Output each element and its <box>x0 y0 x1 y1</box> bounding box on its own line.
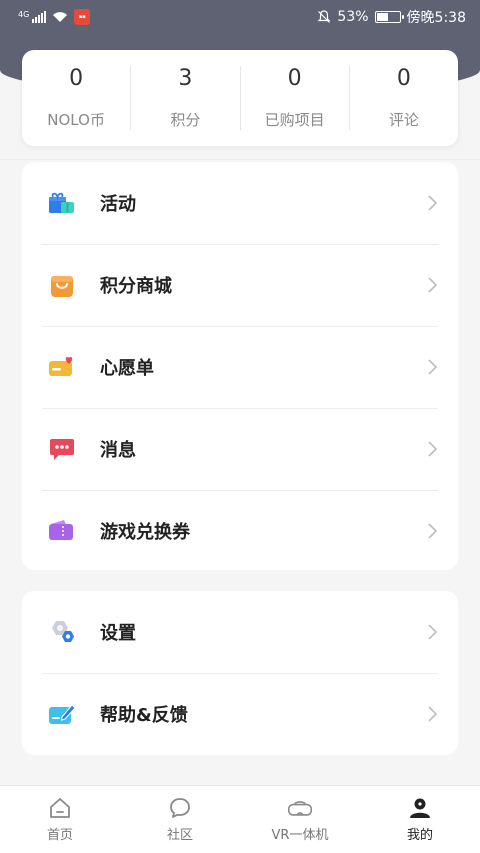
bottom-tab-bar: 首页 社区 VR一体机 我的 <box>0 785 480 853</box>
message-bubble-icon <box>48 435 76 463</box>
signal-icon <box>32 11 47 23</box>
home-icon <box>50 798 70 818</box>
network-type: 4G <box>18 9 30 19</box>
secondary-menu-card: 设置 帮助&反馈 <box>22 591 458 755</box>
stat-label: 已购项目 <box>264 111 325 129</box>
menu-item-label: 游戏兑换券 <box>100 522 190 543</box>
chevron-right-icon <box>428 277 438 293</box>
chevron-right-icon <box>428 624 438 640</box>
stat-comments[interactable]: 0 评论 <box>350 66 458 130</box>
stat-value: 0 <box>69 66 84 91</box>
tab-vr-headset[interactable]: VR一体机 <box>240 786 360 853</box>
tab-label: 社区 <box>166 828 193 843</box>
stat-value: 3 <box>178 66 193 91</box>
battery-icon <box>374 11 404 23</box>
feedback-edit-icon <box>48 700 76 728</box>
stat-nolo-coins[interactable]: 0 NOLO币 <box>22 66 132 130</box>
chevron-right-icon <box>428 359 438 375</box>
chevron-right-icon <box>428 523 438 539</box>
profile-icon <box>410 798 430 818</box>
chevron-right-icon <box>428 706 438 722</box>
stats-card: 0 NOLO币 3 积分 0 已购项目 0 评论 <box>22 50 458 146</box>
tab-profile[interactable]: 我的 <box>360 786 480 853</box>
menu-item-messages[interactable]: 消息 <box>22 408 458 490</box>
wishlist-card-icon <box>48 353 76 381</box>
menu-item-label: 心愿单 <box>100 358 154 379</box>
tab-label: 首页 <box>46 828 73 843</box>
menu-item-label: 活动 <box>100 194 136 215</box>
stat-value: 0 <box>287 66 302 91</box>
menu-item-label: 积分商城 <box>100 276 172 297</box>
mute-bell-icon <box>317 10 331 23</box>
divider <box>0 159 480 160</box>
chat-icon <box>170 798 190 818</box>
app-notification-icon: ▪▪ <box>74 9 91 25</box>
menu-item-label: 帮助&反馈 <box>100 705 188 726</box>
tab-label: VR一体机 <box>271 828 329 843</box>
stat-points[interactable]: 3 积分 <box>131 66 241 130</box>
vr-headset-icon <box>287 801 313 816</box>
ticket-icon <box>48 517 76 545</box>
shopping-bag-icon <box>48 271 76 299</box>
stat-label: 评论 <box>388 111 419 129</box>
main-menu-card: 活动 积分商城 心愿单 消息 游戏兑换券 <box>22 162 458 570</box>
menu-item-game-vouchers[interactable]: 游戏兑换券 <box>22 490 458 572</box>
status-bar: 4G ▪▪ 53% 傍晚5:38 <box>0 0 480 34</box>
wifi-icon <box>53 12 68 22</box>
chevron-right-icon <box>428 441 438 457</box>
menu-item-label: 消息 <box>100 440 136 461</box>
stat-label: NOLO币 <box>47 111 105 129</box>
stat-label: 积分 <box>170 111 201 129</box>
tab-home[interactable]: 首页 <box>0 786 120 853</box>
stat-value: 0 <box>396 66 411 91</box>
battery-percent: 53% <box>337 9 369 25</box>
menu-item-label: 设置 <box>100 623 136 644</box>
gift-icon <box>48 189 76 217</box>
stat-purchased[interactable]: 0 已购项目 <box>241 66 350 130</box>
settings-gear-icon <box>48 618 76 646</box>
menu-item-settings[interactable]: 设置 <box>22 591 458 673</box>
menu-item-activities[interactable]: 活动 <box>22 162 458 244</box>
menu-item-points-mall[interactable]: 积分商城 <box>22 244 458 326</box>
tab-community[interactable]: 社区 <box>120 786 240 853</box>
chevron-right-icon <box>428 195 438 211</box>
menu-item-wishlist[interactable]: 心愿单 <box>22 326 458 408</box>
clock: 傍晚5:38 <box>406 10 466 26</box>
menu-item-help-feedback[interactable]: 帮助&反馈 <box>22 673 458 755</box>
tab-label: 我的 <box>406 828 433 843</box>
